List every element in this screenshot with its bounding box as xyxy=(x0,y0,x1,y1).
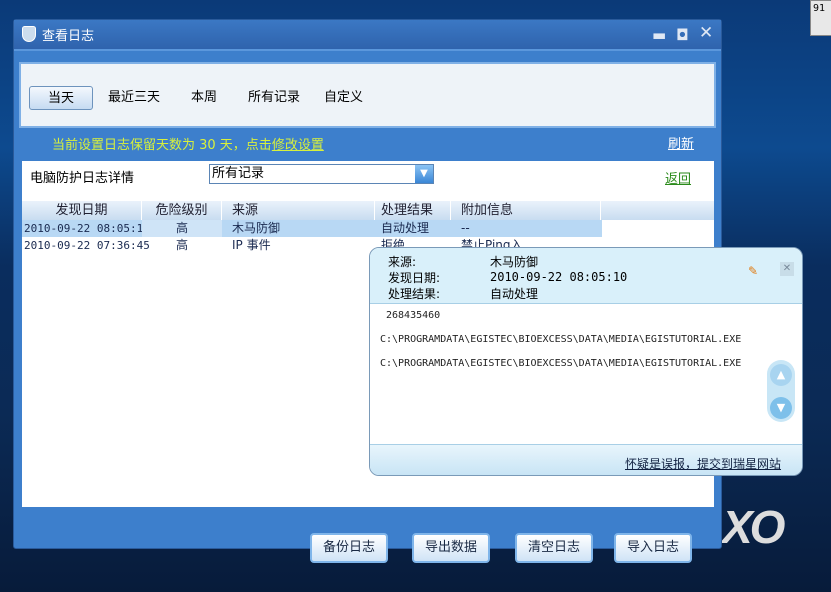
popup-footer: 怀疑是误报，提交到瑞星网站 xyxy=(370,444,802,475)
app-shield-icon xyxy=(22,26,36,42)
cell-level: 高 xyxy=(142,220,222,237)
scroll-up-icon[interactable]: ▲ xyxy=(770,364,792,386)
table-row[interactable]: 2010-09-22 08:05:10 高 木马防御 自动处理 -- xyxy=(22,220,602,237)
log-detail-popup: 来源: 木马防御 发现日期: 2010-09-22 08:05:10 处理结果:… xyxy=(369,247,803,476)
date-range-tabs: 当天 最近三天 本周 所有记录 自定义 xyxy=(19,62,716,128)
export-data-button[interactable]: 导出数据 xyxy=(412,533,490,563)
filter-selected-value: 所有记录 xyxy=(212,166,265,181)
back-link[interactable]: 返回 xyxy=(665,168,691,187)
cell-source: 木马防御 xyxy=(232,221,281,235)
cell-source: IP 事件 xyxy=(232,238,271,252)
detail-line: C:\PROGRAMDATA\EGISTEC\BIOEXCESS\DATA\ME… xyxy=(380,358,742,369)
date-label: 发现日期: xyxy=(388,271,441,285)
record-filter-select[interactable]: 所有记录 ▼ xyxy=(209,164,434,184)
table-header: 发现日期 危险级别 来源 处理结果 附加信息 xyxy=(22,201,714,220)
source-label: 来源: xyxy=(388,255,417,269)
cell-extra: -- xyxy=(461,221,470,235)
refresh-link[interactable]: 刷新 xyxy=(668,133,694,152)
backup-log-button[interactable]: 备份日志 xyxy=(310,533,388,563)
minimize-icon[interactable]: ▬ xyxy=(652,26,666,44)
col-level[interactable]: 危险级别 xyxy=(142,201,222,220)
desktop-corner-widget: 91 xyxy=(810,0,831,36)
title-bar[interactable]: 查看日志 ▬ ◘ ✕ xyxy=(14,20,721,51)
cell-date: 2010-09-22 07:36:45 xyxy=(24,239,150,252)
scroll-down-icon[interactable]: ▼ xyxy=(770,397,792,419)
import-log-button[interactable]: 导入日志 xyxy=(614,533,692,563)
cell-level: 高 xyxy=(175,238,188,252)
modify-settings-link[interactable]: 修改设置 xyxy=(272,138,324,153)
detail-line: C:\PROGRAMDATA\EGISTEC\BIOEXCESS\DATA\ME… xyxy=(380,334,742,345)
chevron-down-icon[interactable]: ▼ xyxy=(415,165,433,183)
source-value: 木马防御 xyxy=(490,255,539,269)
window-title: 查看日志 xyxy=(42,29,95,44)
tab-today[interactable]: 当天 xyxy=(29,86,93,110)
filter-label: 电脑防护日志详情 xyxy=(30,171,135,186)
cell-date: 2010-09-22 08:05:10 xyxy=(24,222,150,235)
tab-this-week[interactable]: 本周 xyxy=(191,86,217,110)
col-result[interactable]: 处理结果 xyxy=(375,201,451,220)
desktop-logo: XO xyxy=(722,501,785,553)
col-source[interactable]: 来源 xyxy=(222,201,375,220)
tab-all-records[interactable]: 所有记录 xyxy=(248,86,300,110)
detail-line: 268435460 xyxy=(386,310,441,321)
tab-custom[interactable]: 自定义 xyxy=(324,86,363,110)
tab-last-three-days[interactable]: 最近三天 xyxy=(108,86,160,110)
clear-log-button[interactable]: 清空日志 xyxy=(515,533,593,563)
report-false-positive-link[interactable]: 怀疑是误报，提交到瑞星网站 xyxy=(625,455,781,472)
popup-header: 来源: 木马防御 发现日期: 2010-09-22 08:05:10 处理结果:… xyxy=(370,248,802,304)
pin-icon[interactable]: ✎ xyxy=(748,264,758,278)
result-label: 处理结果: xyxy=(388,287,441,301)
result-value: 自动处理 xyxy=(490,287,539,301)
retention-notice: 当前设置日志保留天数为 30 天，点击修改设置 xyxy=(52,134,324,153)
col-extra[interactable]: 附加信息 xyxy=(451,201,601,220)
maximize-icon[interactable]: ◘ xyxy=(676,26,689,44)
cell-result: 自动处理 xyxy=(381,221,430,235)
popup-close-icon[interactable]: ✕ xyxy=(780,262,794,276)
close-icon[interactable]: ✕ xyxy=(699,23,713,43)
date-value: 2010-09-22 08:05:10 xyxy=(490,270,628,284)
col-date[interactable]: 发现日期 xyxy=(22,201,142,220)
notice-text: 当前设置日志保留天数为 30 天，点击 xyxy=(52,138,272,153)
popup-scrollbar[interactable]: ▲ ▼ xyxy=(767,360,795,422)
